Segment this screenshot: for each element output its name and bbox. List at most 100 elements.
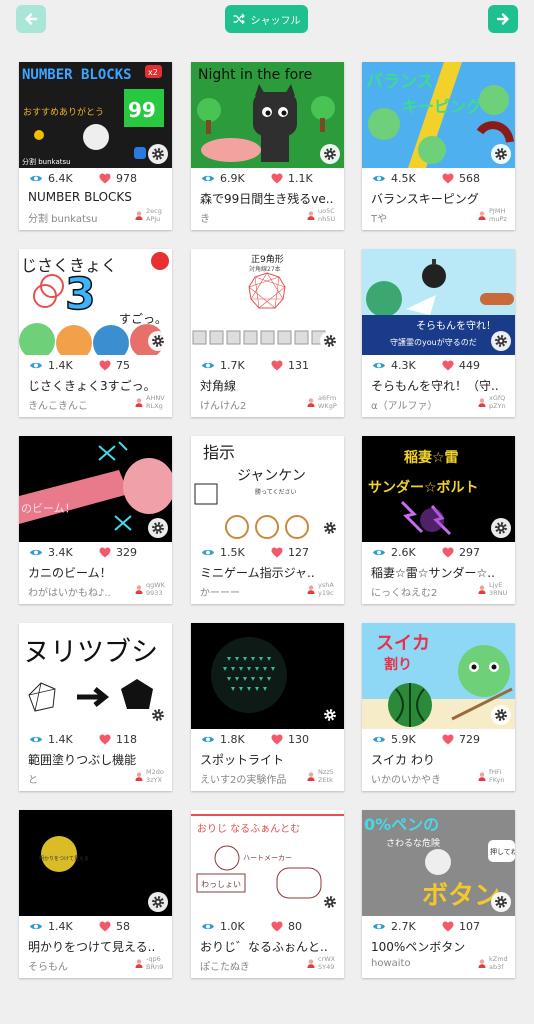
project-thumbnail[interactable]: 正9角形 対角線27本 bbox=[191, 249, 344, 355]
heart-icon bbox=[442, 360, 454, 371]
project-title[interactable]: NUMBER BLOCKS bbox=[28, 190, 168, 204]
project-card[interactable]: 稲妻☆雷 サンダー☆ボルト 2.6K 297 稲妻☆雷☆サンダー☆.. にっくね… bbox=[362, 436, 515, 604]
project-title[interactable]: 明かりをつけて見える.. bbox=[28, 938, 168, 955]
project-card[interactable]: 0%ペンの さわるな危険 押してね ボタン 2.7K 107 100%ペンボタン… bbox=[362, 810, 515, 978]
project-thumbnail[interactable]: 稲妻☆雷 サンダー☆ボルト bbox=[362, 436, 515, 542]
project-author[interactable]: 分割 bunkatsu bbox=[28, 210, 124, 225]
user-id-line2: 3RNU bbox=[489, 589, 508, 597]
project-thumbnail[interactable]: スイカ 割り bbox=[362, 623, 515, 729]
like-count: 729 bbox=[442, 733, 480, 746]
gear-icon[interactable] bbox=[320, 144, 340, 164]
heart-icon bbox=[442, 547, 454, 558]
thumb-text: バランス bbox=[366, 72, 434, 92]
gear-icon[interactable] bbox=[148, 331, 168, 351]
project-title[interactable]: じさくきょく3すごっ。 bbox=[28, 377, 168, 394]
stats-row: 3.4K 329 bbox=[19, 544, 172, 562]
project-card[interactable]: Night in the fore 6.9K 1.1K 森で99日間生き残るve… bbox=[191, 62, 344, 230]
project-title[interactable]: ミニゲーム指示ジャ.. bbox=[200, 564, 340, 581]
thumb-sub: 対角線27本 bbox=[249, 265, 281, 273]
view-count: 6.4K bbox=[29, 172, 73, 185]
user-id: AHNV RLXg bbox=[135, 394, 166, 410]
previous-button[interactable] bbox=[16, 5, 46, 33]
project-author[interactable]: かーーー bbox=[200, 584, 296, 599]
project-thumbnail[interactable]: おりじ なるふぁんとむ ハートメーカー わっしょい bbox=[191, 810, 344, 916]
project-thumbnail[interactable] bbox=[191, 623, 344, 729]
eye-icon bbox=[373, 175, 385, 182]
project-thumbnail[interactable]: 明かりをつけて見える bbox=[19, 810, 172, 916]
project-title[interactable]: 範囲塗りつぶし機能 bbox=[28, 751, 168, 768]
project-title[interactable]: そらもんを守れ！（守.. bbox=[371, 377, 511, 394]
gear-icon[interactable] bbox=[491, 144, 511, 164]
gear-icon[interactable] bbox=[491, 705, 511, 725]
project-card[interactable]: 1.8K 130 スポットライト えいす2の実験作品 Nzz5 ZEtk bbox=[191, 623, 344, 791]
view-count: 2.7K bbox=[372, 920, 416, 933]
project-thumbnail[interactable]: 0%ペンの さわるな危険 押してね ボタン bbox=[362, 810, 515, 916]
project-author[interactable]: ぽこたぬき bbox=[200, 958, 296, 973]
gear-icon[interactable] bbox=[491, 518, 511, 538]
project-title[interactable]: バランスキーピング bbox=[371, 190, 511, 207]
project-title[interactable]: スポットライト bbox=[200, 751, 340, 768]
thumb-text: 稲妻☆雷 bbox=[404, 449, 459, 466]
project-author[interactable]: そらもん bbox=[28, 958, 124, 973]
project-author[interactable]: Tや bbox=[371, 210, 467, 225]
project-thumbnail[interactable]: そらもんを守れ！ 守護霊のyouが守るのだ bbox=[362, 249, 515, 355]
project-author[interactable]: にっくねえむ2 bbox=[371, 584, 467, 599]
project-title[interactable]: 森で99日間生き残るve.. bbox=[200, 190, 340, 207]
project-card[interactable]: 明かりをつけて見える 1.4K 58 明かりをつけて見える.. そらもん -qp… bbox=[19, 810, 172, 978]
thumb-caption: ハートメーカー bbox=[243, 854, 292, 862]
project-thumbnail[interactable]: ヌリツブシ bbox=[19, 623, 172, 729]
project-card[interactable]: スイカ 割り 5.9K 729 スイカ わり いかのいかやき fHFi FKyn bbox=[362, 623, 515, 791]
gear-icon[interactable] bbox=[320, 892, 340, 912]
gear-icon[interactable] bbox=[148, 144, 168, 164]
project-author[interactable]: howaito bbox=[371, 958, 467, 969]
project-author[interactable]: いかのいかやき bbox=[371, 771, 467, 786]
view-count-value: 1.8K bbox=[220, 733, 245, 746]
project-thumbnail[interactable]: のビーム！ bbox=[19, 436, 172, 542]
project-title[interactable]: 対角線 bbox=[200, 377, 340, 394]
project-author[interactable]: けんけん2 bbox=[200, 397, 296, 412]
gear-icon[interactable] bbox=[320, 705, 340, 725]
project-title[interactable]: スイカ わり bbox=[371, 751, 511, 768]
project-thumbnail[interactable]: NUMBER BLOCKS おすすめありがとう 99 x2 分割 bunkats… bbox=[19, 62, 172, 168]
gear-icon[interactable] bbox=[491, 331, 511, 351]
project-author[interactable]: と bbox=[28, 771, 124, 786]
project-card[interactable]: 正9角形 対角線27本 1.7K 131 対角線 けんけん2 a6Fm WKgP bbox=[191, 249, 344, 417]
project-author[interactable]: α（アルファ） bbox=[371, 397, 467, 412]
thumb-text: ヌリツブシ bbox=[23, 637, 158, 668]
project-author[interactable]: えいす2の実験作品 bbox=[200, 771, 296, 786]
project-thumbnail[interactable]: じさくきょく 3 すごっ。 bbox=[19, 249, 172, 355]
project-card[interactable]: ヌリツブシ 1.4K 118 範囲塗りつぶし機能 と M2do 3zYX bbox=[19, 623, 172, 791]
gear-icon[interactable] bbox=[148, 892, 168, 912]
project-card[interactable]: 指示 ジャンケン 勝ってください 1.5K 127 ミニゲーム指示ジャ.. かー… bbox=[191, 436, 344, 604]
project-title[interactable]: 稲妻☆雷☆サンダー☆.. bbox=[371, 564, 511, 581]
project-author[interactable]: わがはいかもね♪.. bbox=[28, 584, 124, 599]
project-card[interactable]: NUMBER BLOCKS おすすめありがとう 99 x2 分割 bunkats… bbox=[19, 62, 172, 230]
project-thumbnail[interactable]: 指示 ジャンケン 勝ってください bbox=[191, 436, 344, 542]
project-thumbnail[interactable]: バランス キーピング bbox=[362, 62, 515, 168]
project-title[interactable]: おりじ゛なるふぉんと.. bbox=[200, 938, 340, 955]
project-title[interactable]: 100%ペンボタン bbox=[371, 938, 511, 955]
view-count-value: 4.3K bbox=[391, 359, 416, 372]
shuffle-button[interactable]: シャッフル bbox=[225, 5, 308, 33]
project-title[interactable]: カニのビーム！ bbox=[28, 564, 168, 581]
next-button[interactable] bbox=[488, 5, 518, 33]
project-card[interactable]: バランス キーピング 4.5K 568 バランスキーピング Tや PJMH muP… bbox=[362, 62, 515, 230]
thumb-badge2: x2 bbox=[148, 68, 158, 77]
project-card[interactable]: のビーム！ 3.4K 329 カニのビーム！ わがはいかもね♪.. qgWK 99 bbox=[19, 436, 172, 604]
project-card[interactable]: おりじ なるふぁんとむ ハートメーカー わっしょい 1.0K 80 おりじ゛なる… bbox=[191, 810, 344, 978]
gear-icon[interactable] bbox=[148, 518, 168, 538]
project-thumbnail[interactable]: Night in the fore bbox=[191, 62, 344, 168]
gear-icon[interactable] bbox=[491, 892, 511, 912]
user-id-line2: pZYn bbox=[489, 402, 506, 410]
user-avatar-icon bbox=[307, 771, 315, 781]
heart-icon bbox=[442, 734, 454, 745]
gear-icon[interactable] bbox=[320, 331, 340, 351]
project-author[interactable]: きんこきんこ bbox=[28, 397, 124, 412]
project-author[interactable]: き bbox=[200, 210, 296, 225]
gear-icon[interactable] bbox=[320, 518, 340, 538]
user-id-line2: BRn9 bbox=[146, 963, 164, 971]
project-card[interactable]: じさくきょく 3 すごっ。 1.4K 75 じさくきょく3すごっ。 きんこきんこ… bbox=[19, 249, 172, 417]
gear-icon[interactable] bbox=[148, 705, 168, 725]
project-card[interactable]: そらもんを守れ！ 守護霊のyouが守るのだ 4.3K 449 そらもんを守れ！（… bbox=[362, 249, 515, 417]
thumb-text: Night in the fore bbox=[198, 67, 312, 83]
